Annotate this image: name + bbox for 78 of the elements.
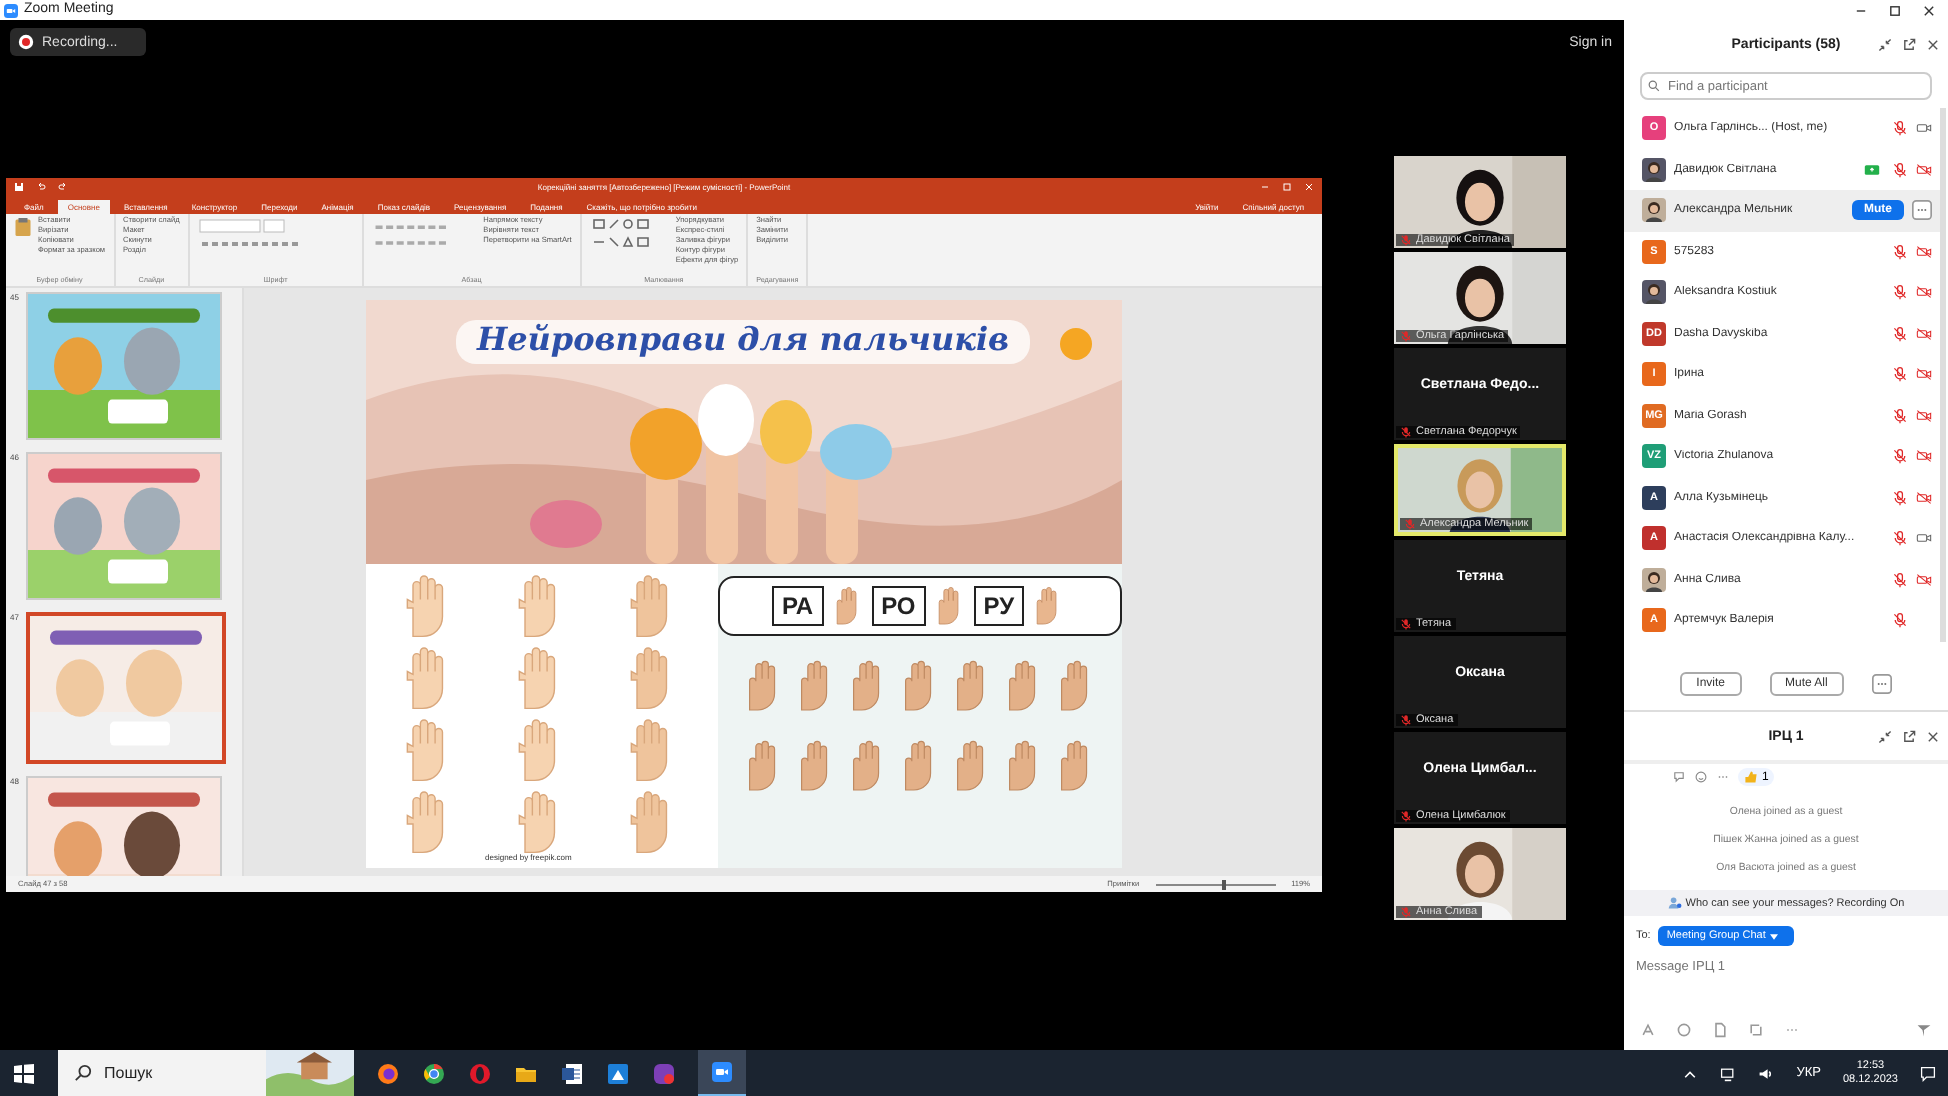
- mic-muted-icon[interactable]: [1892, 284, 1908, 301]
- more-options-icon[interactable]: [1912, 200, 1932, 221]
- video-camera-icon[interactable]: [1916, 530, 1932, 547]
- opera-icon[interactable]: [468, 1061, 492, 1085]
- search-icon: [1648, 80, 1660, 92]
- video-off-icon[interactable]: [1916, 407, 1932, 424]
- volume-icon[interactable]: [1758, 1065, 1775, 1081]
- document-icon[interactable]: [560, 1061, 584, 1085]
- send-icon[interactable]: [1916, 1022, 1932, 1038]
- mic-muted-icon: [1400, 905, 1412, 917]
- video-off-icon[interactable]: [1916, 448, 1932, 465]
- record-icon: [18, 34, 34, 50]
- syllable-card: РО: [871, 586, 926, 626]
- chrome-icon[interactable]: [422, 1061, 446, 1085]
- video-camera-icon[interactable]: [1916, 120, 1932, 137]
- mic-muted-icon[interactable]: [1892, 243, 1908, 260]
- file-icon[interactable]: [1712, 1022, 1728, 1038]
- mic-muted-icon: [1404, 517, 1416, 529]
- mic-muted-icon[interactable]: [1892, 325, 1908, 342]
- video-off-icon[interactable]: [1916, 325, 1932, 342]
- mic-muted-icon[interactable]: [1892, 120, 1908, 137]
- mic-muted-icon[interactable]: [1892, 407, 1908, 424]
- screenshot-icon[interactable]: [1748, 1022, 1764, 1038]
- mic-muted-icon: [1400, 713, 1412, 725]
- search-placeholder: Пошук: [104, 1064, 153, 1082]
- mic-muted-icon[interactable]: [1892, 612, 1908, 629]
- notifications-icon[interactable]: [1920, 1065, 1936, 1081]
- clipboard-icon[interactable]: [14, 216, 32, 238]
- mic-muted-icon[interactable]: [1892, 366, 1908, 383]
- network-icon[interactable]: [1720, 1065, 1737, 1081]
- zoom-slider-thumb[interactable]: [1221, 879, 1226, 889]
- video-off-icon[interactable]: [1916, 489, 1932, 506]
- collapse-icon[interactable]: [1878, 729, 1892, 743]
- app-icon[interactable]: [606, 1061, 630, 1085]
- video-off-icon[interactable]: [1916, 284, 1932, 301]
- close-icon[interactable]: [1926, 37, 1940, 51]
- mic-muted-icon: [1400, 617, 1412, 629]
- caret-icon[interactable]: [1769, 933, 1778, 939]
- taskbar-search-field[interactable]: Пошук: [58, 1050, 354, 1096]
- format-icon[interactable]: [1640, 1022, 1656, 1038]
- mic-muted-icon[interactable]: [1892, 530, 1908, 547]
- zoom-app-icon: [710, 1059, 734, 1083]
- thumbs-up-icon: [1744, 770, 1758, 784]
- zoom-taskbar-button[interactable]: [698, 1049, 746, 1096]
- redo-icon[interactable]: [58, 182, 68, 192]
- collapse-icon[interactable]: [1878, 37, 1892, 51]
- minimize-icon[interactable]: [1260, 182, 1270, 192]
- close-icon[interactable]: [1922, 3, 1936, 17]
- emoji-icon[interactable]: [1694, 770, 1708, 784]
- more-options-icon[interactable]: [1871, 674, 1892, 694]
- video-off-icon[interactable]: [1916, 366, 1932, 383]
- syllable-card: РУ: [973, 586, 1025, 626]
- video-off-icon[interactable]: [1916, 161, 1932, 178]
- mic-muted-icon: [1400, 233, 1412, 245]
- mic-muted-icon: [1400, 809, 1412, 821]
- pop-out-icon[interactable]: [1902, 729, 1916, 743]
- slide-title: Нейровправи для пальчиків: [456, 320, 1030, 364]
- people-icon: [1667, 896, 1682, 910]
- mic-muted-icon[interactable]: [1892, 571, 1908, 588]
- pop-out-icon[interactable]: [1902, 37, 1916, 51]
- close-icon[interactable]: [1926, 729, 1940, 743]
- video-off-icon[interactable]: [1916, 243, 1932, 260]
- messenger-icon[interactable]: [652, 1061, 676, 1085]
- firefox-icon[interactable]: [376, 1061, 400, 1085]
- save-icon[interactable]: [14, 182, 24, 192]
- mic-muted-icon[interactable]: [1892, 448, 1908, 465]
- emoji-icon[interactable]: [1676, 1022, 1692, 1038]
- search-icon: [74, 1064, 92, 1082]
- video-off-icon[interactable]: [1916, 571, 1932, 588]
- reply-icon[interactable]: [1672, 770, 1686, 784]
- maximize-icon[interactable]: [1888, 3, 1902, 17]
- syllable-card: РА: [771, 586, 824, 626]
- mic-muted-icon[interactable]: [1892, 489, 1908, 506]
- mic-muted-icon: [1400, 425, 1412, 437]
- mic-muted-icon[interactable]: [1892, 161, 1908, 178]
- mic-muted-icon: [1400, 329, 1412, 341]
- start-icon[interactable]: [12, 1061, 36, 1085]
- undo-icon[interactable]: [36, 182, 46, 192]
